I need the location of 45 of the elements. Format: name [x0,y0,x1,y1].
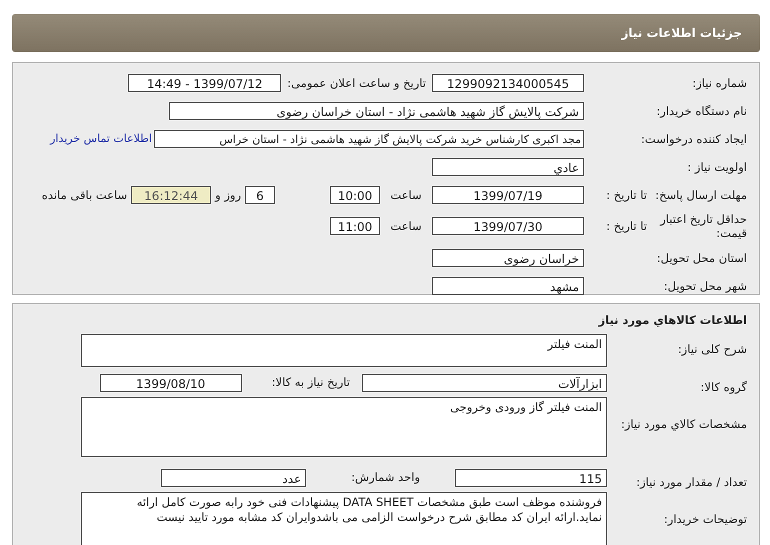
unit-field: عدد [161,469,306,487]
buyer-field: شرکت پالایش گاز شهید هاشمی نژاد - استان خراسان رضوی [169,102,584,120]
page-title: جزئیات اطلاعات نیاز [621,26,742,40]
field-label: تا تاریخ : [605,188,647,202]
field-label: شماره نیاز: [691,76,747,90]
field-label: اولویت نیاز : [686,160,747,174]
summary-field: المنت فیلتر [81,334,607,367]
field-label: نام دستگاه خریدار: [655,104,747,118]
need-date-field: 1399/08/10 [100,374,242,392]
requester-field: مجد اکبری کارشناس خرید شرکت پالایش گاز شهید هاشمی نژاد - استان خراس [154,130,584,148]
field-label: گروه کالا: [700,379,747,394]
goods-group-field: ابزارآلات [362,374,607,392]
deadline-time-field: 10:00 [330,186,380,204]
field-label: توضیحات خریدار: [662,511,747,526]
field-label: شهر محل تحویل: [662,278,747,292]
need-number-field: 1299092134000545 [432,74,584,92]
province-field: خراسان رضوی [432,248,584,266]
quantity-field: 115 [455,469,607,487]
time-label: ساعت [389,188,423,202]
field-label: حداقل تاریخ اعتبار قیمت: [658,212,747,240]
remaining-label: ساعت باقی مانده [42,188,128,202]
field-label: تعداد / مقدار مورد نیاز: [635,474,747,489]
field-label: تا تاریخ : [605,219,647,233]
field-label: مهلت ارسال پاسخ: [654,188,747,202]
remaining-time-field: 16:12:44 [131,186,212,204]
field-label: مشخصات كالاي مورد نیاز: [620,416,747,431]
field-label: تاریخ نیاز به کالا: [272,375,350,389]
validity-time-field: 11:00 [330,217,380,235]
deadline-date-field: 1399/07/19 [432,186,584,204]
section-title: اطلاعات كالاهاي مورد نیاز [597,312,747,329]
field-label: تاریخ و ساعت اعلان عمومی: [287,76,426,90]
announce-date-field: 1399/07/12 - 14:49 [128,74,282,92]
days-field: 6 [245,186,275,204]
specs-field: المنت فیلتر گاز ورودی وخروجی [81,397,607,457]
buyer-notes-field: فروشنده موظف است طبق مشخصات DATA SHEET پیشنهادات فنی خود رابه صورت کامل ارائه نماید.ارائه ایران کد مطابق شرح درخواست الزامی می باشدوایران کد مشابه مورد تایید نیست [81,492,607,545]
validity-date-field: 1399/07/30 [432,217,584,235]
days-label: روز و [215,188,241,202]
field-label: استان محل تحویل: [656,250,747,264]
time-label: ساعت [389,219,423,233]
buyer-contact-link[interactable]: اطلاعات تماس خریدار [50,132,152,145]
field-label: شرح کلی نیاز: [676,341,747,356]
field-label: ایجاد کننده درخواست: [640,132,747,146]
priority-field: عادي [432,158,584,176]
city-field: مشهد [432,276,584,294]
field-label: واحد شمارش: [351,470,420,484]
